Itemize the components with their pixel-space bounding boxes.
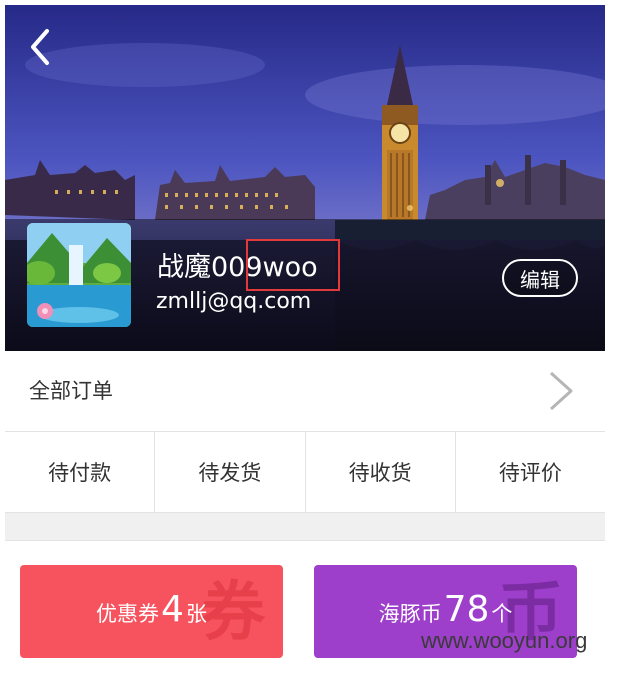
back-button[interactable] <box>23 25 59 69</box>
all-orders-label: 全部订单 <box>29 379 113 403</box>
profile-page: 战魔009woo zmllj@qq.com 编辑 全部订单 待付款 待发货 待收… <box>5 0 605 673</box>
chevron-right-icon <box>549 371 573 411</box>
avatar-image <box>27 223 131 327</box>
coin-count: 78 <box>443 589 490 630</box>
coupon-label: 优惠券 <box>96 602 160 626</box>
tab-pending-payment[interactable]: 待付款 <box>5 432 156 512</box>
coupon-watermark: 券 <box>201 576 265 650</box>
tab-pending-receipt[interactable]: 待收货 <box>306 432 456 512</box>
coupon-card[interactable]: 券 优惠券 4 张 <box>20 565 283 658</box>
tab-pending-review[interactable]: 待评价 <box>456 432 605 512</box>
all-orders-row[interactable]: 全部订单 <box>5 351 605 432</box>
user-email: zmllj@qq.com <box>156 289 312 314</box>
tab-pending-shipment[interactable]: 待发货 <box>155 432 306 512</box>
section-divider <box>5 513 605 541</box>
chevron-left-icon <box>31 29 49 65</box>
site-watermark: www.wooyun.org <box>421 628 588 653</box>
avatar[interactable] <box>27 223 131 327</box>
order-status-tabs: 待付款 待发货 待收货 待评价 <box>5 432 605 513</box>
annotation-highlight-box <box>246 239 340 291</box>
coin-unit: 个 <box>491 602 513 626</box>
edit-profile-button[interactable]: 编辑 <box>502 259 578 297</box>
coupon-unit: 张 <box>185 602 207 626</box>
coupon-count: 4 <box>161 589 184 630</box>
coin-label: 海豚币 <box>378 602 442 626</box>
